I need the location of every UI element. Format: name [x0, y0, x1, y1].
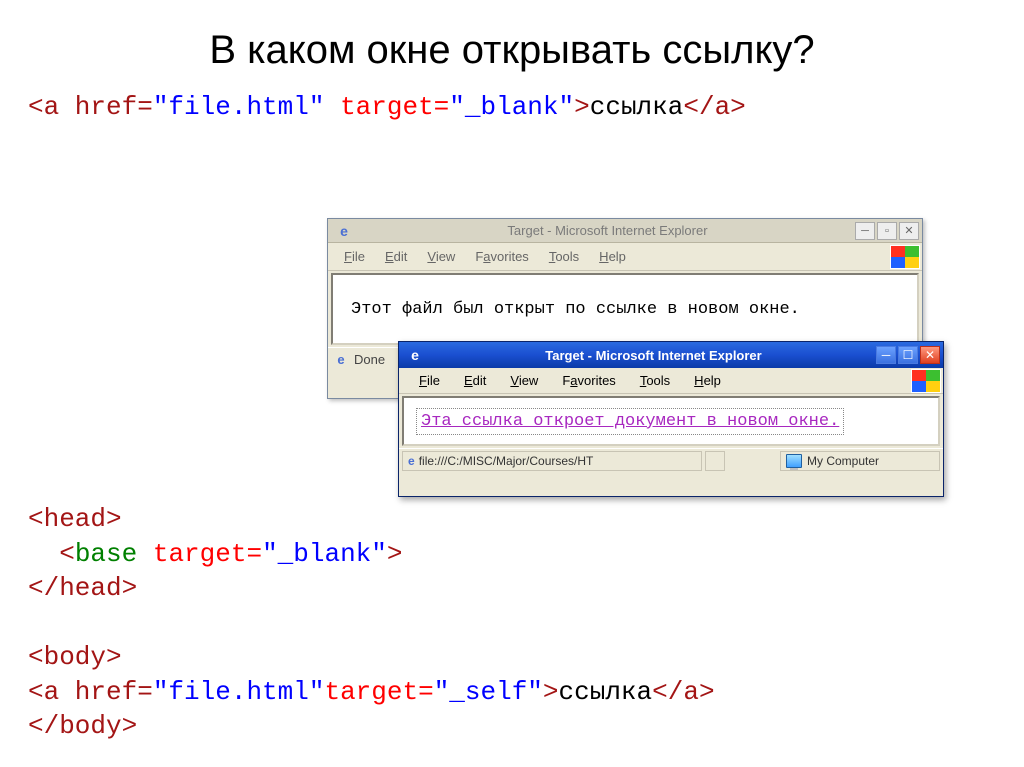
menu-file[interactable]: File	[409, 370, 450, 391]
menu-tools[interactable]: Tools	[630, 370, 680, 391]
page-content: Эта ссылка откроет документ в новом окне…	[402, 396, 940, 446]
menu-view[interactable]: View	[419, 246, 463, 267]
code-attr-name: target=	[324, 92, 449, 122]
menu-edit[interactable]: Edit	[454, 370, 496, 391]
slide-title: В каком окне открывать ссылку?	[0, 0, 1024, 91]
code-tag: <a href=	[28, 92, 153, 122]
ie-icon: e	[334, 221, 354, 241]
page-link[interactable]: Эта ссылка откроет документ в новом окне…	[418, 410, 842, 433]
minimize-button[interactable]: ─	[855, 222, 875, 240]
code-text: ссылка	[590, 92, 684, 122]
menu-view[interactable]: View	[500, 370, 548, 391]
titlebar[interactable]: e Target - Microsoft Internet Explorer ─…	[328, 219, 922, 243]
menu-bar: File Edit View Favorites Tools Help	[328, 243, 922, 271]
minimize-button[interactable]: ─	[876, 346, 896, 364]
maximize-button[interactable]: ☐	[898, 346, 918, 364]
menu-edit[interactable]: Edit	[377, 246, 415, 267]
menu-favorites[interactable]: Favorites	[467, 246, 536, 267]
code-example-2: <head> <base target="_blank"> </head> <b…	[28, 502, 715, 744]
code-attr-value: "file.html"	[153, 92, 325, 122]
menu-help[interactable]: Help	[684, 370, 731, 391]
ie-icon: e	[405, 345, 425, 365]
ie-icon: e	[332, 351, 350, 369]
window-title: Target - Microsoft Internet Explorer	[431, 348, 876, 363]
code-tag: </a>	[683, 92, 745, 122]
menu-file[interactable]: File	[336, 246, 373, 267]
windows-logo-icon	[911, 369, 941, 393]
browser-window-front: e Target - Microsoft Internet Explorer ─…	[398, 341, 944, 497]
menu-help[interactable]: Help	[591, 246, 634, 267]
close-button[interactable]: ✕	[899, 222, 919, 240]
zone-text: My Computer	[807, 454, 879, 468]
code-example-1: <a href="file.html" target="_blank">ссыл…	[0, 91, 1024, 125]
menu-favorites[interactable]: Favorites	[552, 370, 625, 391]
page-content: Этот файл был открыт по ссылке в новом о…	[331, 273, 919, 345]
menu-tools[interactable]: Tools	[541, 246, 587, 267]
code-attr-value: "_blank"	[449, 92, 574, 122]
titlebar[interactable]: e Target - Microsoft Internet Explorer ─…	[399, 342, 943, 368]
close-button[interactable]: ✕	[920, 346, 940, 364]
status-text: Done	[354, 352, 385, 367]
maximize-button[interactable]: ▫	[877, 222, 897, 240]
status-address: e file:///C:/MISC/Major/Courses/HT	[402, 451, 702, 471]
menu-bar: File Edit View Favorites Tools Help	[399, 368, 943, 394]
status-empty	[705, 451, 725, 471]
ie-icon: e	[408, 454, 415, 468]
status-zone: My Computer	[780, 451, 940, 471]
windows-logo-icon	[890, 245, 920, 269]
computer-icon	[786, 454, 802, 468]
window-title: Target - Microsoft Internet Explorer	[360, 223, 855, 238]
address-text: file:///C:/MISC/Major/Courses/HT	[419, 454, 594, 468]
status-bar: e file:///C:/MISC/Major/Courses/HT My Co…	[399, 448, 943, 472]
code-tag: >	[574, 92, 590, 122]
